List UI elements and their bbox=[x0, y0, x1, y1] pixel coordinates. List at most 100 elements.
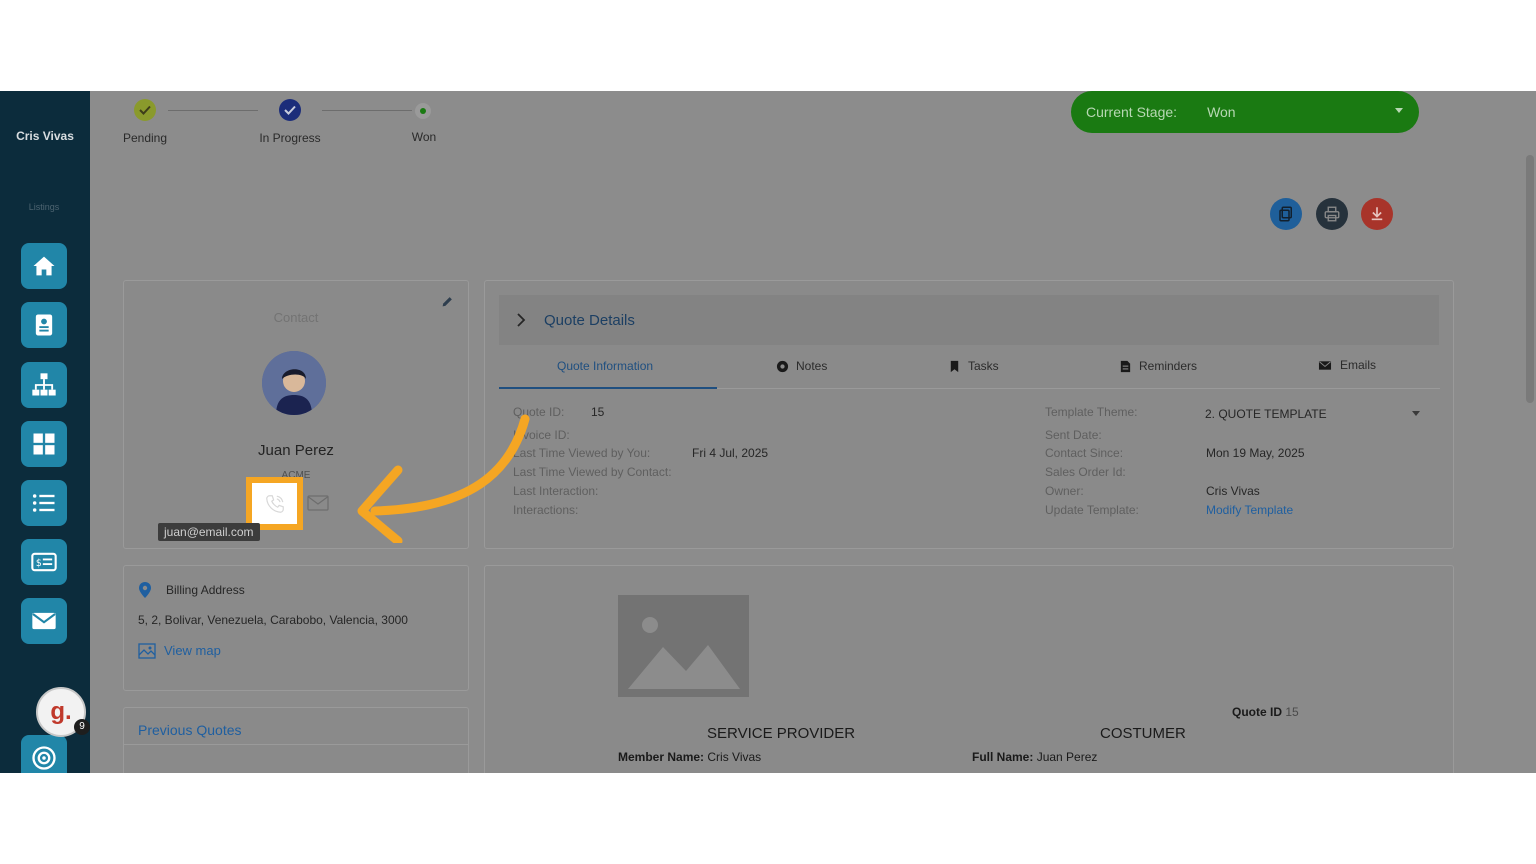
preview-quote-id-value: 15 bbox=[1285, 705, 1299, 719]
tab-label: Emails bbox=[1340, 358, 1377, 372]
envelope-icon bbox=[1318, 360, 1332, 370]
download-button[interactable] bbox=[1361, 198, 1393, 230]
field-label: Sales Order Id: bbox=[1045, 465, 1126, 479]
download-icon bbox=[1371, 207, 1383, 221]
member-name-row: Member Name: Cris Vivas bbox=[618, 750, 761, 764]
sidebar-item-organization[interactable] bbox=[21, 362, 67, 408]
sidebar-item-quotes[interactable]: $ bbox=[21, 539, 67, 585]
logo-placeholder-image bbox=[618, 595, 749, 697]
divider bbox=[124, 744, 468, 745]
svg-text:$: $ bbox=[36, 558, 42, 569]
stage-label: In Progress bbox=[259, 131, 321, 145]
full-name-label: Full Name: bbox=[972, 750, 1034, 764]
target-icon bbox=[32, 746, 56, 770]
stage-label: Pending bbox=[122, 131, 168, 145]
current-stage-value: Won bbox=[1207, 104, 1236, 120]
stage-in-progress-check-icon[interactable] bbox=[279, 99, 301, 121]
field-label: Update Template: bbox=[1045, 503, 1139, 517]
current-stage-select[interactable]: Current Stage: Won bbox=[1071, 91, 1419, 133]
vertical-scrollbar[interactable] bbox=[1526, 155, 1534, 403]
sidebar-user-name[interactable]: Cris Vivas bbox=[0, 129, 90, 143]
tutorial-arrow-icon bbox=[357, 414, 530, 543]
bookmark-icon bbox=[950, 360, 959, 372]
field-value: Cris Vivas bbox=[1206, 484, 1260, 498]
contact-card-header: Contact bbox=[273, 310, 319, 325]
stage-won-dot-icon[interactable] bbox=[415, 103, 431, 119]
customer-heading: COSTUMER bbox=[1100, 725, 1186, 742]
template-theme-select[interactable]: 2. QUOTE TEMPLATE bbox=[1200, 399, 1430, 425]
list-icon bbox=[32, 494, 55, 512]
sidebar-item-goals[interactable] bbox=[21, 735, 67, 773]
sidebar-item-contacts[interactable] bbox=[21, 302, 67, 348]
view-map-link[interactable]: View map bbox=[164, 643, 221, 658]
stage-connector bbox=[322, 110, 412, 111]
full-name-row: Full Name: Juan Perez bbox=[972, 750, 1097, 764]
chevron-down-icon bbox=[1395, 108, 1403, 113]
email-icon[interactable] bbox=[307, 495, 329, 511]
field-label: Template Theme: bbox=[1045, 405, 1138, 419]
sidebar: Cris Vivas Listings $ g. 9 bbox=[0, 91, 90, 773]
active-tab-indicator bbox=[499, 387, 717, 389]
previous-quotes-card: Previous Quotes bbox=[123, 707, 469, 773]
tab-label: Notes bbox=[796, 359, 828, 373]
call-button[interactable] bbox=[252, 483, 297, 524]
template-theme-value: 2. QUOTE TEMPLATE bbox=[1205, 407, 1327, 421]
edit-pencil-icon[interactable] bbox=[441, 295, 454, 308]
stage-pending-check-icon[interactable] bbox=[134, 99, 156, 121]
org-chart-icon bbox=[32, 373, 56, 396]
chevron-down-icon bbox=[1412, 411, 1420, 416]
field-value: 15 bbox=[591, 405, 605, 419]
field-label: Sent Date: bbox=[1045, 428, 1102, 442]
service-provider-heading: SERVICE PROVIDER bbox=[707, 725, 856, 742]
copy-button[interactable] bbox=[1270, 198, 1302, 230]
tab-emails[interactable]: Emails bbox=[1317, 358, 1376, 372]
previous-quotes-title: Previous Quotes bbox=[138, 722, 242, 738]
map-icon[interactable] bbox=[138, 643, 156, 659]
stage-label: Won bbox=[411, 130, 437, 144]
member-name-value: Cris Vivas bbox=[707, 750, 762, 764]
tab-label: Tasks bbox=[968, 359, 999, 373]
tab-tasks[interactable]: Tasks bbox=[948, 359, 999, 373]
tab-divider bbox=[717, 388, 1440, 389]
tab-reminders[interactable]: Reminders bbox=[1119, 359, 1197, 373]
contact-card-icon bbox=[35, 314, 53, 336]
tab-label: Reminders bbox=[1139, 359, 1198, 373]
location-pin-icon bbox=[139, 582, 151, 598]
mail-icon bbox=[32, 612, 56, 630]
tab-notes[interactable]: Notes bbox=[776, 359, 827, 373]
quote-details-title: Quote Details bbox=[544, 312, 635, 329]
email-tooltip: juan@email.com bbox=[158, 523, 260, 541]
member-name-label: Member Name: bbox=[618, 750, 705, 764]
copy-icon bbox=[1279, 206, 1292, 222]
preview-quote-id: Quote ID 15 bbox=[1232, 705, 1299, 719]
contact-avatar bbox=[262, 351, 326, 415]
grid-icon bbox=[33, 433, 55, 455]
field-label: Owner: bbox=[1045, 484, 1084, 498]
sidebar-item-mail[interactable] bbox=[21, 598, 67, 644]
home-icon bbox=[33, 256, 55, 276]
stage-connector bbox=[168, 110, 258, 111]
app-window: Cris Vivas Listings $ g. 9 Pending In Pr… bbox=[0, 91, 1536, 773]
modify-template-link[interactable]: Modify Template bbox=[1206, 503, 1293, 517]
preview-quote-id-label: Quote ID bbox=[1232, 705, 1282, 719]
sidebar-item-home[interactable] bbox=[21, 243, 67, 289]
tab-quote-information[interactable]: Quote Information bbox=[557, 359, 653, 373]
billing-title: Billing Address bbox=[166, 583, 245, 597]
phone-icon bbox=[265, 494, 284, 513]
quote-preview-card: Quote ID 15 SERVICE PROVIDER COSTUMER Me… bbox=[484, 565, 1454, 773]
current-stage-label: Current Stage: bbox=[1086, 104, 1178, 120]
sidebar-section-label: Listings bbox=[28, 202, 60, 212]
full-name-value: Juan Perez bbox=[1036, 750, 1098, 764]
quote-details-header[interactable]: Quote Details bbox=[499, 295, 1439, 345]
sidebar-item-dashboard[interactable] bbox=[21, 421, 67, 467]
notes-icon bbox=[776, 360, 789, 372]
document-icon bbox=[1120, 360, 1131, 372]
tab-label: Quote Information bbox=[557, 359, 654, 373]
invoice-icon: $ bbox=[31, 552, 57, 572]
billing-address: 5, 2, Bolivar, Venezuela, Carabobo, Vale… bbox=[138, 613, 408, 627]
printer-icon bbox=[1324, 206, 1340, 222]
field-label: Last Time Viewed by Contact: bbox=[513, 465, 672, 479]
billing-address-card: Billing Address 5, 2, Bolivar, Venezuela… bbox=[123, 565, 469, 691]
print-button[interactable] bbox=[1316, 198, 1348, 230]
sidebar-item-lists[interactable] bbox=[21, 480, 67, 526]
